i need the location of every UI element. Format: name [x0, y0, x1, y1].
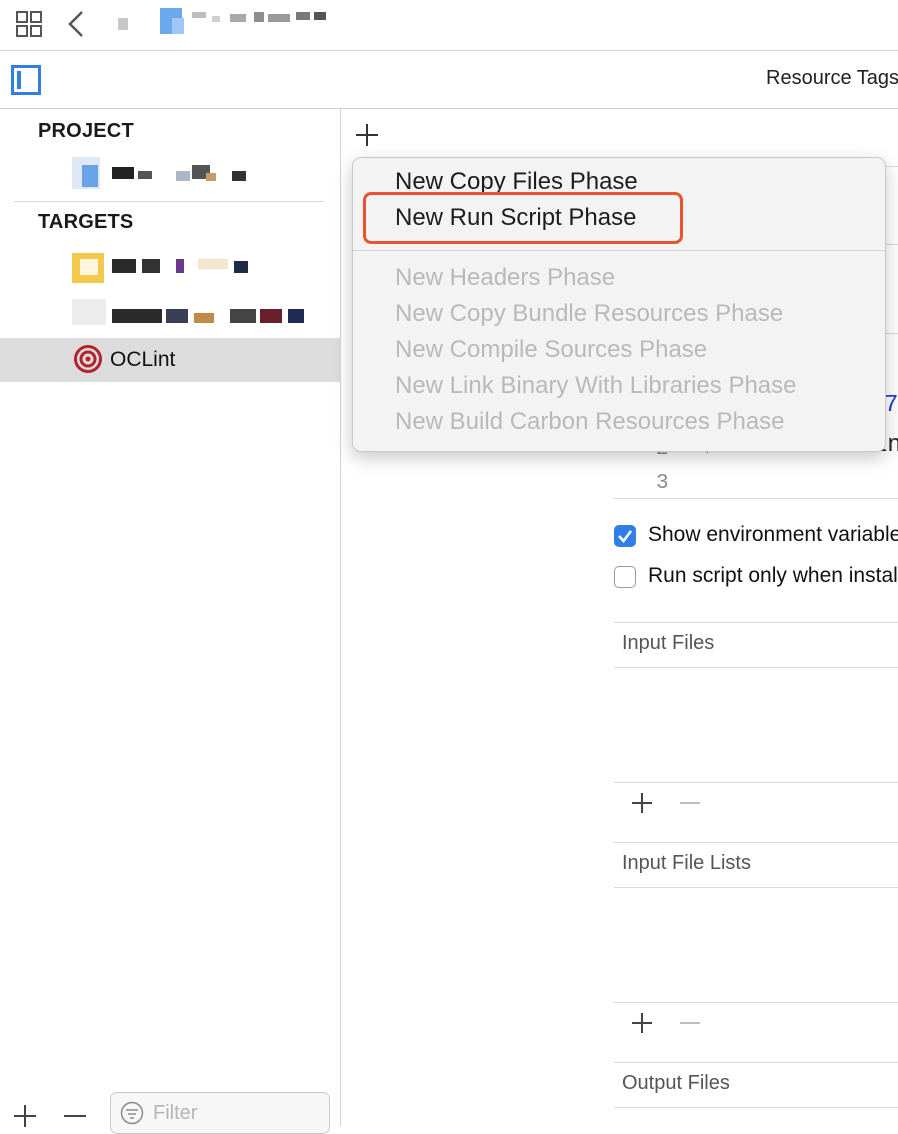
output-files-header: Output Files [622, 1072, 730, 1094]
section-divider [614, 667, 898, 668]
show-env-label: Show environment variables in build log [648, 523, 898, 546]
section-divider [614, 622, 898, 623]
phase-divider [884, 244, 898, 245]
line-number: 3 [656, 472, 669, 495]
add-input-file-icon[interactable] [630, 791, 654, 815]
add-input-file-list-icon[interactable] [630, 1011, 654, 1035]
menu-separator [353, 250, 885, 251]
section-divider [614, 1002, 898, 1003]
editor-tab-bar: Resource Tags [0, 51, 898, 109]
input-files-header: Input Files [622, 632, 715, 654]
menu-item-new-headers-phase: New Headers Phase [395, 264, 616, 291]
resource-tags-tab[interactable]: Resource Tags [766, 67, 898, 90]
script-line-1-fragment: 7 [884, 392, 898, 419]
filter-icon [120, 1101, 144, 1125]
target-label: OCLint [110, 348, 176, 371]
filter-field[interactable]: Filter [110, 1092, 330, 1134]
input-file-lists-header: Input File Lists [622, 852, 751, 874]
add-build-phase-icon[interactable] [354, 122, 380, 148]
sidebar-divider [14, 201, 324, 202]
run-only-install-label: Run script only when installing [648, 564, 898, 587]
section-divider [614, 887, 898, 888]
show-env-checkbox[interactable] [614, 525, 636, 547]
phase-divider [884, 333, 898, 334]
remove-input-file-list-icon[interactable] [678, 1011, 702, 1035]
script-divider [614, 498, 898, 499]
section-divider [614, 1107, 898, 1108]
show-navigator-icon[interactable] [11, 65, 41, 95]
highlight-annotation [363, 192, 683, 244]
menu-item-new-copy-bundle-resources-phase: New Copy Bundle Resources Phase [395, 300, 784, 327]
section-divider [614, 1062, 898, 1063]
top-toolbar [0, 0, 898, 51]
project-navigator-sidebar: PROJECT TARGETS OCLint [0, 109, 341, 1126]
run-only-install-checkbox[interactable] [614, 566, 636, 588]
project-section-header: PROJECT [38, 120, 134, 142]
target-icon [74, 345, 102, 373]
grid-icon[interactable] [16, 11, 42, 37]
filter-placeholder: Filter [153, 1102, 198, 1124]
back-chevron-icon[interactable] [66, 10, 86, 38]
remove-input-file-icon[interactable] [678, 791, 702, 815]
section-divider [614, 782, 898, 783]
targets-section-header: TARGETS [38, 211, 134, 233]
menu-item-new-build-carbon-resources-phase: New Build Carbon Resources Phase [395, 408, 785, 435]
section-divider [614, 842, 898, 843]
checkmark-icon [618, 530, 633, 544]
remove-target-icon[interactable] [62, 1103, 88, 1129]
menu-item-new-link-binary-phase: New Link Binary With Libraries Phase [395, 372, 797, 399]
menu-item-new-compile-sources-phase: New Compile Sources Phase [395, 336, 708, 363]
phase-divider [884, 166, 898, 167]
add-target-icon[interactable] [12, 1103, 38, 1129]
